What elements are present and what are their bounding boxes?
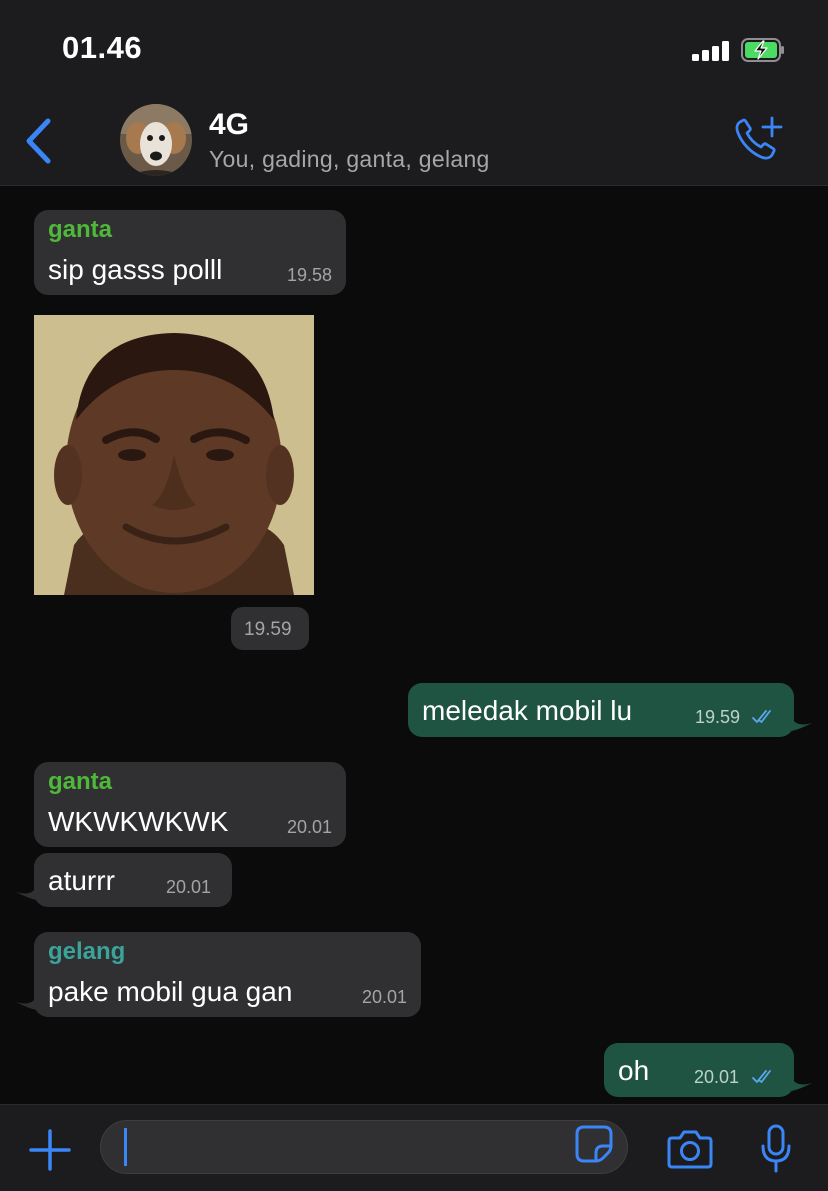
message-bubble[interactable]: aturrr 20.01: [34, 853, 232, 907]
read-receipt-icon: [752, 710, 771, 723]
signal-icon: [692, 41, 730, 61]
sender-name: ganta: [48, 216, 113, 243]
sender-name: ganta: [48, 768, 113, 795]
image-time-pill: 19.59: [231, 607, 309, 650]
message-text: aturrr: [48, 865, 115, 896]
sticker-icon[interactable]: [574, 1124, 614, 1164]
message-time: 19.58: [286, 265, 332, 285]
message-bubble[interactable]: ganta WKWKWKWK 20.01: [34, 762, 346, 847]
message-time: 19.59: [695, 707, 741, 727]
message-bubble[interactable]: gelang pake mobil gua gan 20.01: [34, 932, 421, 1017]
plus-icon[interactable]: [28, 1128, 72, 1172]
text-caret: [124, 1128, 127, 1166]
message-time: 20.01: [361, 987, 407, 1007]
microphone-icon[interactable]: [760, 1124, 792, 1174]
bubble-tail: [16, 990, 38, 1010]
message-text: pake mobil gua gan: [48, 976, 293, 1007]
chat-title[interactable]: 4G: [209, 108, 249, 142]
message-text: meledak mobil lu: [422, 695, 633, 726]
sender-name: gelang: [48, 938, 126, 965]
message-bubble-outgoing[interactable]: meledak mobil lu 19.59: [408, 683, 794, 737]
status-time: 01.46: [62, 30, 143, 65]
camera-icon[interactable]: [666, 1128, 714, 1170]
message-time: 20.01: [166, 877, 212, 897]
message-text: WKWKWKWK: [48, 806, 229, 837]
group-avatar[interactable]: [120, 104, 192, 176]
bubble-tail: [790, 711, 812, 731]
battery-icon: [741, 38, 784, 62]
message-text: sip gasss polll: [48, 254, 223, 285]
message-bubble[interactable]: ganta sip gasss polll 19.58: [34, 210, 346, 295]
message-time: 20.01: [694, 1067, 740, 1087]
dog-photo-icon: [120, 104, 192, 176]
chat-members[interactable]: You, gading, ganta, gelang: [209, 146, 490, 173]
face-photo-icon: [34, 315, 314, 595]
bubble-tail: [16, 880, 38, 900]
message-input[interactable]: [100, 1120, 628, 1174]
back-chevron-icon[interactable]: [22, 118, 54, 164]
message-time: 19.59: [244, 619, 292, 640]
message-text: oh: [618, 1055, 650, 1086]
message-time: 20.01: [286, 817, 332, 837]
message-bubble-outgoing[interactable]: oh 20.01: [604, 1043, 794, 1097]
read-receipt-icon: [752, 1070, 771, 1083]
image-message[interactable]: [34, 315, 314, 595]
bubble-tail: [790, 1071, 812, 1091]
add-call-icon[interactable]: [732, 114, 784, 164]
